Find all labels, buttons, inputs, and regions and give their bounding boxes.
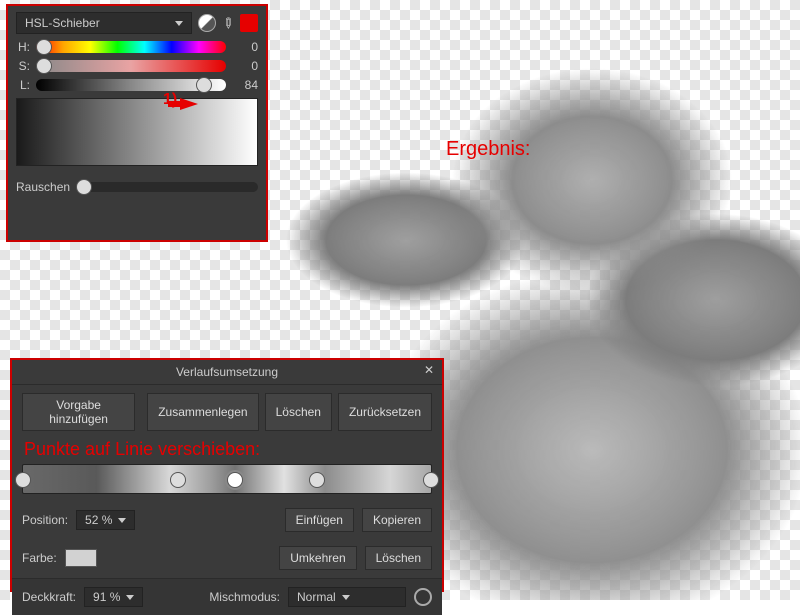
gradient-preview[interactable] [16,98,258,166]
sat-row: S: 0 [16,59,258,73]
gradient-stop[interactable] [309,472,325,488]
blendmode-label: Mischmodus: [209,590,280,604]
lig-value: 84 [232,78,258,92]
panel-title: Verlaufsumsetzung [176,365,278,379]
gradient-stop[interactable] [423,472,439,488]
chevron-down-icon [342,595,350,600]
add-preset-button[interactable]: Vorgabe hinzufügen [22,393,135,431]
arrow-icon [180,98,198,110]
hue-value: 0 [232,40,258,54]
insert-button[interactable]: Einfügen [285,508,354,532]
opacity-dropdown[interactable]: 91 % [84,587,143,607]
merge-button[interactable]: Zusammenlegen [147,393,258,431]
lig-row: L: 84 [16,78,258,92]
opacity-label: Deckkraft: [22,590,76,604]
close-icon[interactable]: ✕ [422,364,436,378]
color-label: Farbe: [22,551,57,565]
opacity-value: 91 % [93,590,120,604]
chevron-down-icon [175,21,183,26]
chevron-down-icon [118,518,126,523]
position-label: Position: [22,513,68,527]
gradient-map-panel: Verlaufsumsetzung ✕ Vorgabe hinzufügen Z… [10,358,444,592]
hue-slider[interactable] [36,41,226,53]
color-swatch[interactable] [240,14,258,32]
blendmode-value: Normal [297,590,336,604]
result-label: Ergebnis: [446,138,531,161]
delete-button[interactable]: Löschen [265,393,332,431]
move-points-annotation: Punkte auf Linie verschieben: [24,439,432,460]
position-dropdown[interactable]: 52 % [76,510,135,530]
lig-label: L: [16,78,30,92]
reset-button[interactable]: Zurücksetzen [338,393,432,431]
chevron-down-icon [126,595,134,600]
color-swatch-button[interactable] [65,549,97,567]
position-value: 52 % [85,513,112,527]
blendmode-dropdown[interactable]: Normal [288,587,406,607]
noise-label: Rauschen [16,180,70,194]
gradient-ramp[interactable] [22,464,432,494]
gradient-stop[interactable] [15,472,31,488]
lig-thumb[interactable] [196,77,212,93]
hue-label: H: [16,40,30,54]
hsl-mode-dropdown[interactable]: HSL-Schieber [16,12,192,34]
sat-thumb[interactable] [36,58,52,74]
eyedropper-icon[interactable]: ✎ [218,13,238,33]
lig-slider[interactable] [36,79,226,91]
panel-titlebar[interactable]: Verlaufsumsetzung ✕ [12,360,442,385]
hsl-panel: HSL-Schieber ✎ H: 0 S: 0 L: 84 1) Rausch… [6,4,268,242]
delete-stop-button[interactable]: Löschen [365,546,432,570]
gear-icon[interactable] [414,588,432,606]
noise-thumb[interactable] [76,179,92,195]
sat-label: S: [16,59,30,73]
hue-row: H: 0 [16,40,258,54]
sat-slider[interactable] [36,60,226,72]
reverse-button[interactable]: Umkehren [279,546,356,570]
hsl-mode-value: HSL-Schieber [25,16,100,30]
gradient-stop[interactable] [170,472,186,488]
noise-slider[interactable] [76,182,258,192]
no-color-icon[interactable] [198,14,216,32]
sat-value: 0 [232,59,258,73]
gradient-stop-selected[interactable] [227,472,243,488]
hue-thumb[interactable] [36,39,52,55]
copy-button[interactable]: Kopieren [362,508,432,532]
